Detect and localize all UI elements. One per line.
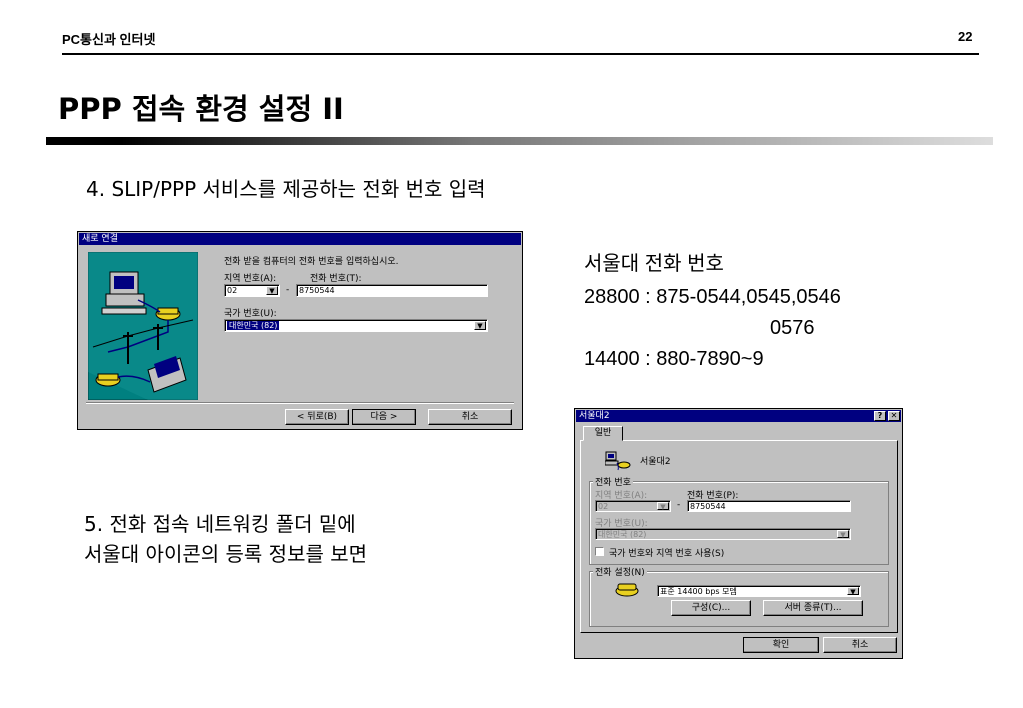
wizard-phone-label: 전화 번호(T): [310, 274, 362, 284]
new-connection-wizard: 새로 연결 전화 받을 컴퓨터의 전화 번호를 입력하십시오. 지역 번호(A)… [77, 231, 523, 430]
wizard-titlebar: 새로 연결 [79, 233, 521, 245]
device-group-title: 전화 설정(N) [593, 565, 647, 578]
wizard-illustration [87, 251, 199, 401]
wizard-dash: - [286, 285, 290, 295]
back-button[interactable]: < 뒤로(B) [285, 409, 349, 425]
connection-properties-window: 서울대2 ? ✕ 일반 서울대2 전화 번호 지역 번호(A): 전화 번호(P… [574, 408, 903, 659]
next-button[interactable]: 다음 > [352, 409, 416, 425]
modem-value: 표준 14400 bps 모뎀 [660, 587, 737, 596]
server-type-button[interactable]: 서버 종류(T)... [763, 600, 863, 616]
step5-line-1: 5. 전화 접속 네트워킹 폴더 밑에 [84, 512, 356, 536]
connection-icon [604, 451, 631, 474]
props-area-code-combo: 02 ▼ [595, 500, 671, 512]
use-country-code-label[interactable]: 국가 번호와 지역 번호 사용(S) [609, 546, 724, 559]
wizard-country-value: 대한민국 (82) [227, 321, 280, 330]
wizard-country-combo[interactable]: 대한민국 (82) ▼ [224, 319, 488, 332]
wizard-area-code-value: 02 [227, 286, 238, 295]
info-line-2: 28800 : 875-0544,0545,0546 [584, 286, 841, 308]
props-titlebar: 서울대2 [576, 410, 901, 422]
header-title: PC통신과 인터넷 [62, 32, 156, 47]
phone-group-title: 전화 번호 [593, 475, 633, 488]
header-rule [62, 53, 979, 55]
help-button[interactable]: ? [874, 411, 886, 421]
props-phone-input[interactable]: 8750544 [687, 500, 851, 512]
modem-phone-icon [615, 581, 639, 600]
slide-title: PPP 접속 환경 설정 II [58, 92, 344, 126]
info-line-4: 14400 : 880-7890~9 [584, 348, 764, 370]
props-country-value: 대한민국 (82) [598, 530, 647, 539]
wizard-area-code-label: 지역 번호(A): [224, 274, 277, 284]
close-button[interactable]: ✕ [888, 411, 900, 421]
wizard-prompt: 전화 받을 컴퓨터의 전화 번호를 입력하십시오. [224, 257, 399, 267]
props-cancel-button[interactable]: 취소 [823, 637, 897, 653]
chevron-down-icon[interactable]: ▼ [847, 587, 859, 596]
props-area-code-value: 02 [598, 502, 609, 511]
step5-line-2: 서울대 아이콘의 등록 정보를 보면 [84, 542, 368, 566]
chevron-down-icon[interactable]: ▼ [474, 321, 486, 330]
ok-button[interactable]: 확인 [743, 637, 819, 653]
step4-text: 4. SLIP/PPP 서비스를 제공하는 전화 번호 입력 [86, 177, 486, 201]
page-number: 22 [958, 29, 973, 44]
chevron-down-icon[interactable]: ▼ [266, 286, 278, 295]
wizard-area-code-combo[interactable]: 02 ▼ [224, 284, 280, 297]
connection-name: 서울대2 [640, 457, 671, 467]
modem-combo[interactable]: 표준 14400 bps 모뎀 ▼ [657, 585, 861, 597]
chevron-down-icon: ▼ [657, 502, 669, 511]
cancel-button[interactable]: 취소 [428, 409, 512, 425]
info-line-1: 서울대 전화 번호 [584, 253, 724, 275]
tab-general[interactable]: 일반 [583, 426, 623, 441]
wizard-phone-input[interactable]: 8750544 [296, 284, 488, 297]
wizard-country-label: 국가 번호(U): [224, 309, 277, 319]
props-country-combo: 대한민국 (82) ▼ [595, 528, 851, 540]
wizard-separator [86, 402, 514, 404]
use-country-code-checkbox[interactable] [595, 547, 604, 556]
chevron-down-icon: ▼ [837, 530, 849, 539]
configure-button[interactable]: 구성(C)... [671, 600, 751, 616]
title-underline-bar [46, 137, 993, 145]
props-dash: - [677, 500, 681, 510]
info-line-3: 0576 [770, 317, 815, 339]
